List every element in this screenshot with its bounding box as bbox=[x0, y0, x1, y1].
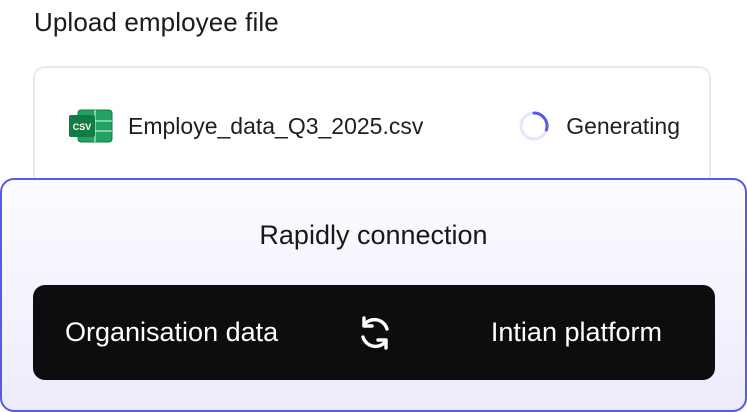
loading-spinner-icon bbox=[518, 110, 550, 142]
source-label: Organisation data bbox=[65, 317, 279, 347]
connection-bar[interactable]: Organisation data Intian platform bbox=[33, 285, 715, 380]
connection-panel: Rapidly connection Organisation data Int… bbox=[0, 178, 747, 412]
section-title: Upload employee file bbox=[34, 7, 279, 37]
file-name: Employe_data_Q3_2025.csv bbox=[128, 112, 424, 139]
target-label: Intian platform bbox=[490, 317, 662, 347]
file-row: CSV Employe_data_Q3_2025.csv Generating bbox=[68, 108, 680, 144]
status-text: Generating bbox=[566, 112, 680, 139]
connection-title: Rapidly connection bbox=[259, 220, 488, 250]
csv-icon-label: CSV bbox=[73, 122, 92, 132]
csv-file-icon: CSV bbox=[68, 108, 114, 144]
file-status: Generating bbox=[518, 110, 680, 142]
sync-icon[interactable] bbox=[355, 313, 395, 353]
